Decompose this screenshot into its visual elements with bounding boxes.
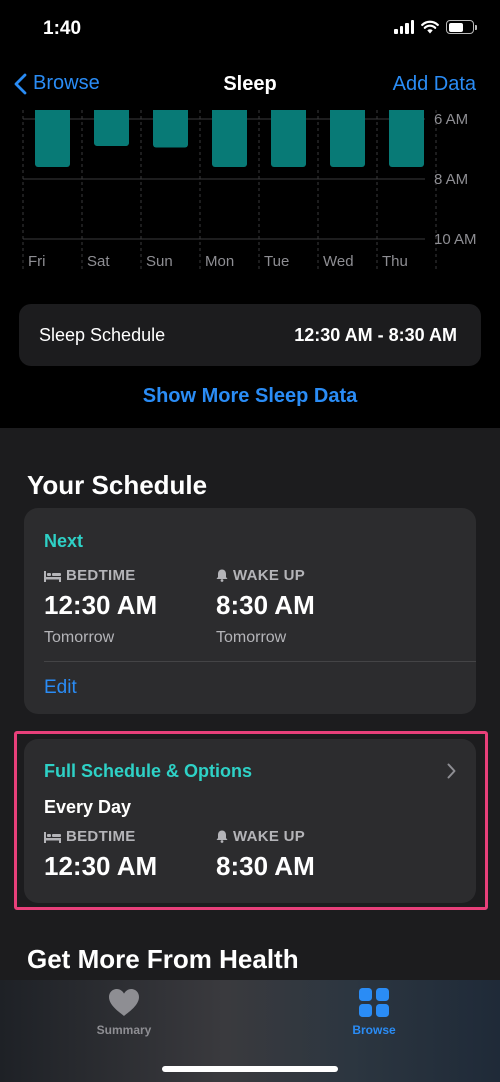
chart-x-tick-label: Wed	[323, 253, 354, 270]
chart-x-tick-label: Fri	[28, 253, 46, 270]
get-more-title: Get More From Health	[27, 944, 299, 974]
sleep-bar-tue	[271, 110, 306, 167]
heart-icon	[109, 989, 139, 1016]
sleep-schedule-row[interactable]: Sleep Schedule 12:30 AM - 8:30 AM	[19, 304, 481, 366]
card-divider	[44, 661, 476, 662]
sleep-bar-thu	[389, 110, 424, 167]
home-indicator	[162, 1066, 338, 1072]
battery-icon	[446, 20, 477, 34]
navigation-bar: Browse Sleep Add Data	[0, 60, 500, 110]
bed-icon	[44, 570, 61, 582]
bedtime-time: 12:30 AM	[44, 590, 158, 620]
sleep-bar-fri	[35, 110, 70, 167]
next-wakeup: WAKE UP 8:30 AM Tomorrow	[216, 567, 315, 647]
edit-button[interactable]: Edit	[44, 677, 77, 699]
wifi-icon	[421, 20, 439, 34]
sleep-schedule-value: 12:30 AM - 8:30 AM	[294, 325, 457, 345]
status-bar: 1:40	[0, 0, 500, 60]
sleep-bar-sun	[153, 110, 188, 148]
wakeup-label: WAKE UP	[233, 567, 306, 584]
chart-x-tick-label: Mon	[205, 253, 234, 270]
next-schedule-card: Next BEDTIME 12:30 AM Tomorrow WAKE UP 8…	[24, 508, 476, 714]
status-icons	[394, 20, 477, 34]
add-data-button[interactable]: Add Data	[393, 73, 476, 96]
sleep-bar-wed	[330, 110, 365, 167]
wakeup-day: Tomorrow	[216, 629, 287, 646]
next-heading: Next	[44, 531, 84, 551]
chart-x-tick-label: Sat	[87, 253, 110, 270]
chart-x-tick-label: Thu	[382, 253, 408, 270]
sleep-chart-svg: 6 AM 8 AM 10 AM Fri Sat Sun Mon Tue Wed Thu	[22, 110, 477, 270]
sleep-chart: 6 AM 8 AM 10 AM Fri Sat Sun Mon Tue Wed Thu	[0, 110, 500, 280]
status-time: 1:40	[43, 18, 82, 39]
chart-y-tick-label: 6 AM	[434, 111, 468, 128]
chart-x-tick-label: Tue	[264, 253, 289, 270]
alarm-bell-icon	[216, 569, 228, 582]
sleep-bar-sat	[94, 110, 129, 146]
tab-browse-label: Browse	[352, 1023, 396, 1037]
tab-browse[interactable]: Browse	[314, 988, 434, 1037]
bedtime-day: Tomorrow	[44, 629, 115, 646]
highlight-frame	[14, 731, 488, 910]
chart-y-tick-label: 10 AM	[434, 231, 477, 248]
your-schedule-title: Your Schedule	[27, 470, 208, 500]
sleep-bar-mon	[212, 110, 247, 167]
grid-icon	[359, 988, 389, 1017]
next-bedtime: BEDTIME 12:30 AM Tomorrow	[44, 567, 157, 647]
tab-summary[interactable]: Summary	[64, 988, 184, 1037]
sleep-schedule-label: Sleep Schedule	[39, 325, 166, 345]
chart-x-tick-label: Sun	[146, 253, 173, 270]
bedtime-label: BEDTIME	[66, 567, 136, 584]
tab-summary-label: Summary	[96, 1023, 152, 1037]
chart-y-tick-label: 8 AM	[434, 171, 468, 188]
signal-icon	[394, 20, 414, 34]
wakeup-time: 8:30 AM	[216, 590, 315, 620]
show-more-sleep-data-button[interactable]: Show More Sleep Data	[0, 385, 500, 408]
